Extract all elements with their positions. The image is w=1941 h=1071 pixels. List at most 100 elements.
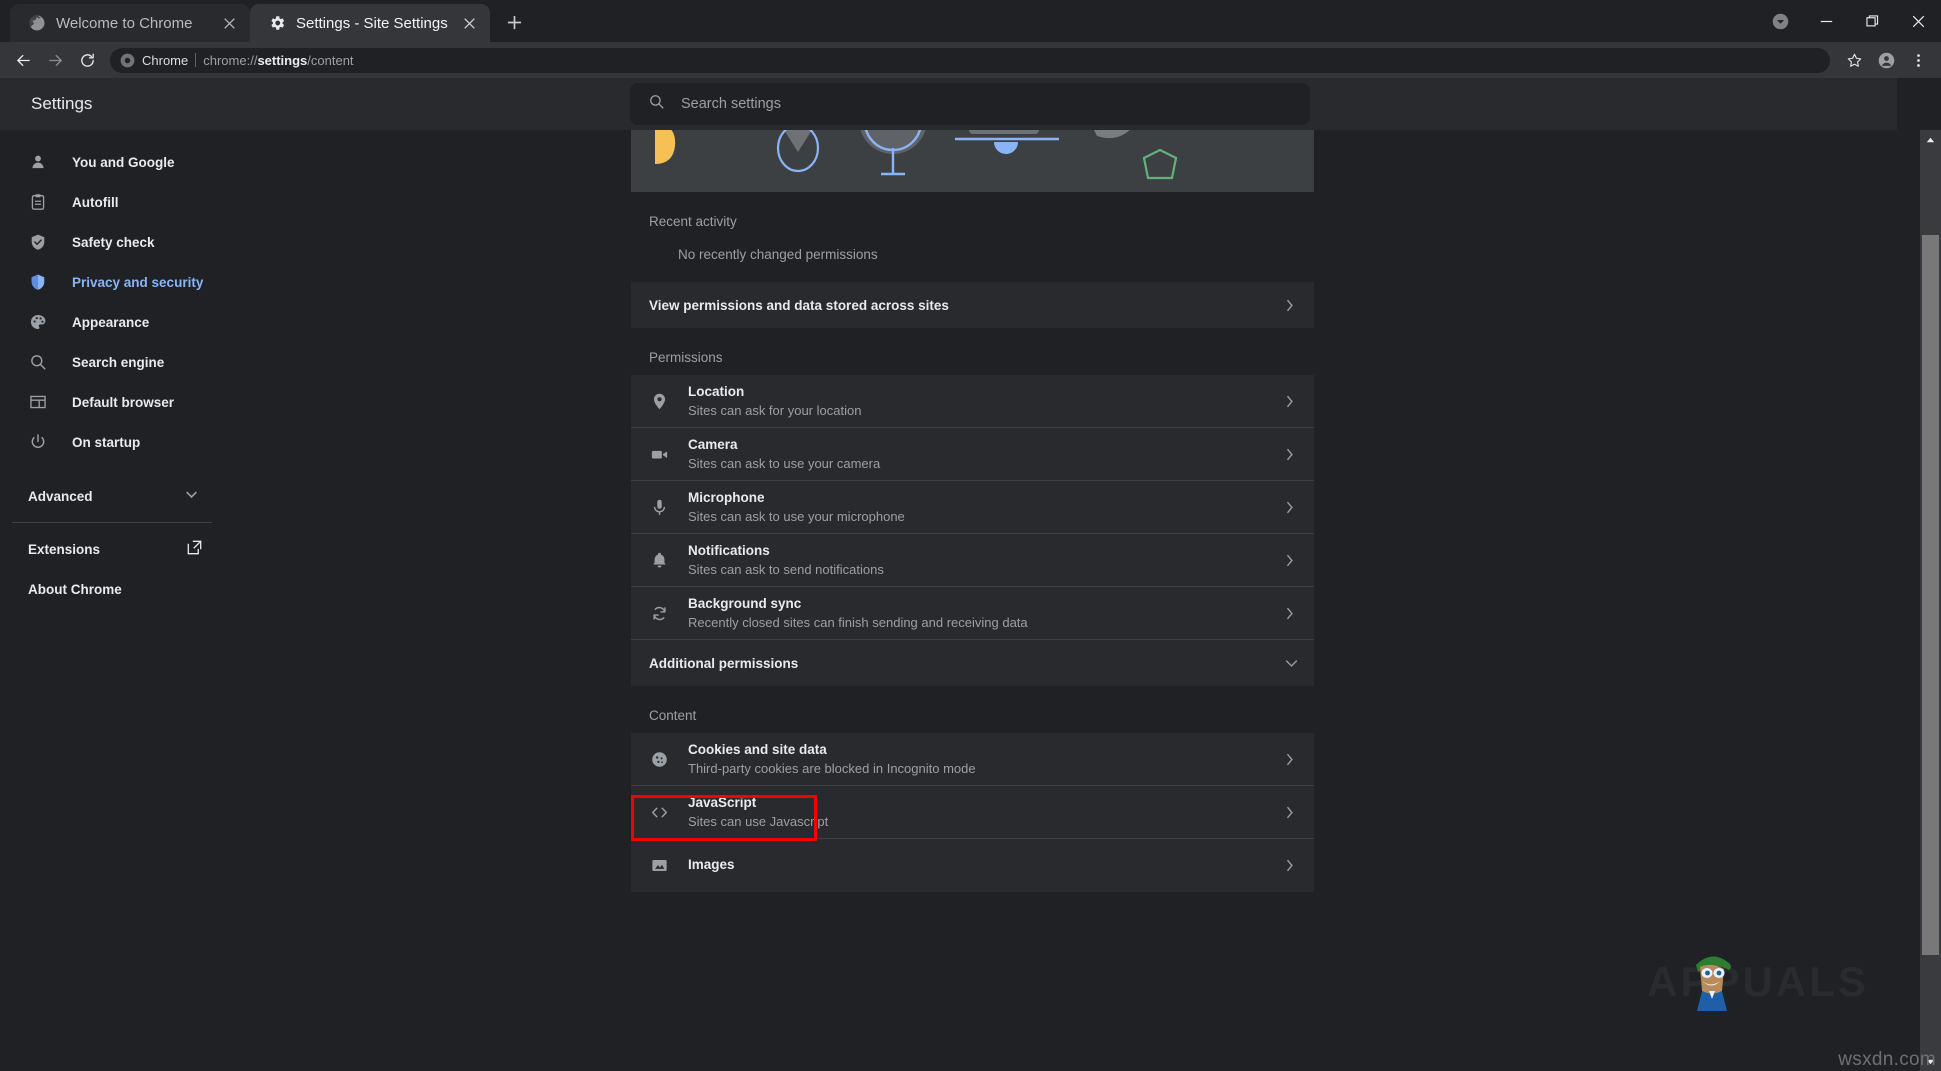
minimize-icon[interactable] — [1803, 0, 1849, 42]
permission-text: Location Sites can ask for your location — [688, 383, 1261, 419]
privacy-illustration-banner — [631, 130, 1314, 192]
sidebar-item-label: On startup — [72, 435, 140, 450]
update-circle-icon[interactable] — [1757, 0, 1803, 42]
content-row-cookies-and-site-data[interactable]: Cookies and site data Third-party cookie… — [631, 733, 1314, 786]
permission-row-background-sync[interactable]: Background sync Recently closed sites ca… — [631, 587, 1314, 640]
permission-desc: Sites can ask to send notifications — [688, 561, 1261, 578]
content-text: Cookies and site data Third-party cookie… — [688, 741, 1261, 777]
permission-title: Notifications — [688, 542, 1261, 559]
tab-welcome-to-chrome[interactable]: Welcome to Chrome — [10, 4, 250, 42]
page-scrollbar[interactable] — [1920, 130, 1941, 1071]
clipboard-icon — [28, 192, 48, 212]
appuals-watermark: APPUALS — [1638, 945, 1878, 1019]
sidebar-item-search-engine[interactable]: Search engine — [0, 342, 262, 382]
sidebar-item-label: Privacy and security — [72, 275, 203, 290]
chrome-logo-icon — [120, 53, 135, 68]
permissions-card: Location Sites can ask for your location… — [631, 375, 1314, 686]
video-camera-icon — [649, 444, 669, 464]
permission-text: Microphone Sites can ask to use your mic… — [688, 489, 1261, 525]
forward-arrow-icon[interactable] — [40, 45, 70, 75]
sidebar-item-extensions[interactable]: Extensions — [0, 529, 226, 569]
scrollbar-thumb[interactable] — [1922, 235, 1939, 955]
chevron-right-icon — [1280, 607, 1298, 620]
permissions-heading: Permissions — [631, 328, 1314, 375]
sidebar-item-label: Appearance — [72, 315, 149, 330]
back-arrow-icon[interactable] — [8, 45, 38, 75]
chrome-window: Welcome to Chrome Settings - Site Settin… — [0, 0, 1941, 1071]
permission-title: Location — [688, 383, 1261, 400]
search-icon — [28, 352, 48, 372]
permission-desc: Recently closed sites can finish sending… — [688, 614, 1261, 631]
sidebar-item-label: Extensions — [28, 542, 100, 557]
tab-strip: Welcome to Chrome Settings - Site Settin… — [0, 0, 1941, 42]
toolbar-right-icons — [1839, 45, 1933, 75]
chevron-right-icon — [1280, 501, 1298, 514]
sidebar-item-label: You and Google — [72, 155, 175, 170]
palette-icon — [28, 312, 48, 332]
content-row-images[interactable]: Images — [631, 839, 1314, 892]
permission-text: Camera Sites can ask to use your camera — [688, 436, 1261, 472]
search-input[interactable] — [681, 96, 1292, 112]
code-brackets-icon — [649, 802, 669, 822]
permission-desc: Sites can ask to use your camera — [688, 455, 1261, 472]
sidebar-item-on-startup[interactable]: On startup — [0, 422, 262, 462]
close-icon[interactable] — [218, 12, 240, 34]
content-title: Images — [688, 856, 1261, 873]
permission-row-notifications[interactable]: Notifications Sites can ask to send noti… — [631, 534, 1314, 587]
permission-row-microphone[interactable]: Microphone Sites can ask to use your mic… — [631, 481, 1314, 534]
browser-toolbar: Chrome chrome://settings/content — [0, 42, 1941, 78]
chevron-right-icon — [1280, 296, 1298, 314]
reload-icon[interactable] — [72, 45, 102, 75]
sync-icon — [649, 603, 669, 623]
sidebar-item-label: About Chrome — [28, 582, 122, 597]
recent-activity-empty-text: No recently changed permissions — [631, 239, 1314, 282]
sidebar-item-privacy-and-security[interactable]: Privacy and security — [0, 262, 262, 302]
chevron-right-icon — [1280, 554, 1298, 567]
profile-avatar-icon[interactable] — [1871, 45, 1901, 75]
permission-row-camera[interactable]: Camera Sites can ask to use your camera — [631, 428, 1314, 481]
gear-icon — [268, 14, 286, 32]
scroll-up-arrow-icon[interactable] — [1920, 130, 1941, 149]
view-permissions-row[interactable]: View permissions and data stored across … — [631, 282, 1314, 328]
content-text: Images — [688, 856, 1261, 875]
address-bar[interactable]: Chrome chrome://settings/content — [110, 48, 1830, 73]
sidebar-item-appearance[interactable]: Appearance — [0, 302, 262, 342]
sidebar-item-autofill[interactable]: Autofill — [0, 182, 262, 222]
omnibox-divider — [195, 53, 196, 67]
content-title: JavaScript — [688, 794, 1261, 811]
chevron-right-icon — [1280, 448, 1298, 461]
content-text: JavaScript Sites can use Javascript — [688, 794, 1261, 830]
watermark-mascot-icon — [1686, 947, 1738, 1013]
close-icon[interactable] — [458, 12, 480, 34]
site-credit-text: wsxdn.com — [1838, 1049, 1936, 1071]
sidebar-item-label: Autofill — [72, 195, 119, 210]
sidebar-item-label: Default browser — [72, 395, 174, 410]
close-icon[interactable] — [1895, 0, 1941, 42]
sidebar-item-default-browser[interactable]: Default browser — [0, 382, 262, 422]
sidebar-item-advanced[interactable]: Advanced — [0, 476, 212, 516]
permission-row-location[interactable]: Location Sites can ask for your location — [631, 375, 1314, 428]
sidebar-item-about-chrome[interactable]: About Chrome — [0, 569, 226, 609]
sidebar-divider — [12, 522, 212, 523]
external-link-icon — [187, 540, 202, 558]
maximize-icon[interactable] — [1849, 0, 1895, 42]
permission-text: Background sync Recently closed sites ca… — [688, 595, 1261, 631]
tab-settings-site-settings[interactable]: Settings - Site Settings — [250, 4, 490, 42]
new-tab-button[interactable] — [496, 4, 532, 40]
sidebar-item-safety-check[interactable]: Safety check — [0, 222, 262, 262]
watermark-brand: APPUALS — [1647, 958, 1869, 1006]
url-prefix: chrome:// — [203, 53, 257, 68]
chevron-down-icon — [185, 488, 198, 504]
sidebar-item-you-and-google[interactable]: You and Google — [0, 142, 262, 182]
chrome-menu-icon[interactable] — [1903, 45, 1933, 75]
address-bar-url: chrome://settings/content — [203, 53, 353, 68]
globe-icon — [28, 14, 46, 32]
search-settings-box[interactable] — [630, 83, 1310, 125]
window-controls — [1757, 0, 1941, 42]
additional-permissions-row[interactable]: Additional permissions — [631, 640, 1314, 686]
bookmark-star-icon[interactable] — [1839, 45, 1869, 75]
settings-main-content: Recent activity No recently changed perm… — [631, 130, 1314, 1071]
content-row-javascript[interactable]: JavaScript Sites can use Javascript — [631, 786, 1314, 839]
sidebar-advanced-label: Advanced — [28, 489, 93, 504]
cookie-icon — [649, 749, 669, 769]
